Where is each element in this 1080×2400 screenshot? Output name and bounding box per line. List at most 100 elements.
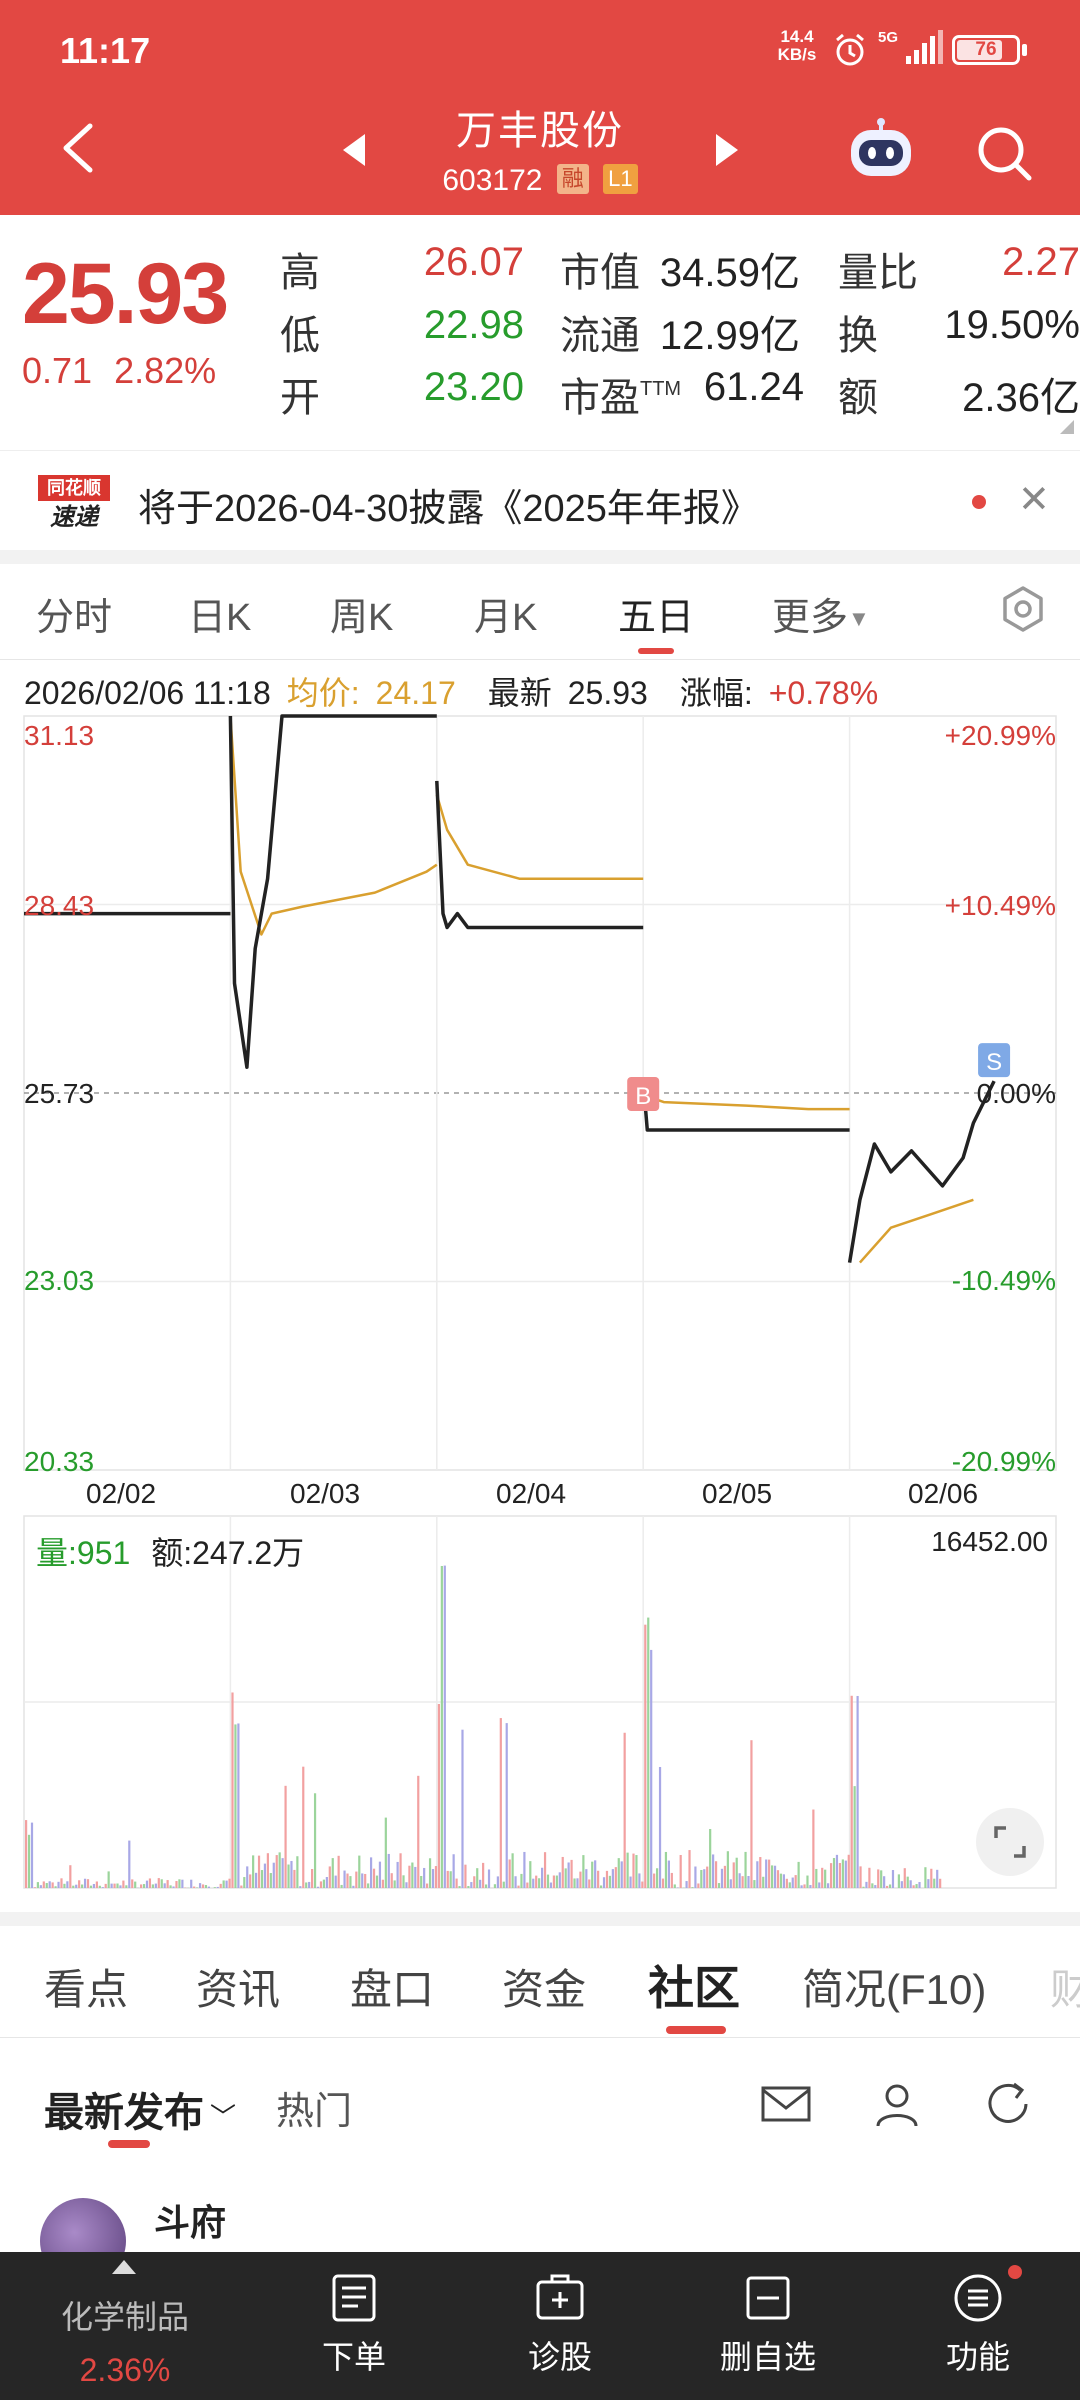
volume-bar	[464, 1864, 467, 1888]
remove-watchlist-button[interactable]: 删自选	[698, 2270, 838, 2378]
tab-f10[interactable]: 简况(F10)	[802, 1956, 986, 2017]
volume-bar	[437, 1703, 440, 1888]
amount-legend-value: 247.2万	[192, 1535, 305, 1571]
user-icon[interactable]	[869, 2076, 925, 2132]
five-day-chart[interactable]: BS	[0, 700, 1080, 1910]
order-button[interactable]: 下单	[284, 2270, 424, 2378]
volume-bar	[160, 1879, 163, 1888]
tab-community[interactable]: 社区	[648, 1952, 740, 2018]
net-speed-value: 14.4	[780, 27, 814, 46]
volume-bar	[305, 1882, 308, 1888]
volume-bar	[181, 1879, 184, 1888]
volume-bar	[95, 1881, 98, 1888]
menu-circle-icon	[954, 2274, 1002, 2322]
volume-bar	[741, 1876, 744, 1888]
battery-tip	[1022, 44, 1027, 56]
volume-bar	[190, 1879, 193, 1888]
turnover-value: 19.50%	[944, 303, 1080, 347]
next-stock-icon[interactable]	[708, 130, 746, 170]
volume-bar	[653, 1873, 656, 1888]
volume-bar	[207, 1886, 211, 1888]
volume-bar	[440, 1565, 443, 1888]
tab-finance[interactable]: 财	[1050, 1956, 1080, 2017]
volume-bar	[423, 1867, 426, 1888]
volume-max: 16452.00	[931, 1526, 1048, 1557]
volume-bar	[529, 1861, 532, 1888]
close-icon[interactable]: ✕	[1018, 481, 1050, 519]
tab-five-day[interactable]: 五日	[618, 586, 694, 641]
volume-bar	[762, 1876, 765, 1888]
volume-bar	[588, 1879, 591, 1888]
volume-bar	[900, 1881, 903, 1888]
tab-daily-k[interactable]: 日K	[188, 586, 251, 641]
functions-label: 功能	[945, 2339, 1010, 2375]
tab-highlights[interactable]: 看点	[44, 1956, 128, 2017]
fullscreen-button[interactable]	[976, 1808, 1044, 1876]
volume-bar	[868, 1867, 871, 1888]
volume-bar	[89, 1885, 93, 1888]
volume-bar	[163, 1883, 166, 1888]
expand-quote-icon[interactable]	[1060, 420, 1074, 434]
volume-bar	[470, 1882, 473, 1888]
sell-marker-label: S	[986, 1049, 1002, 1076]
robot-assistant-icon[interactable]	[845, 118, 917, 184]
order-label: 下单	[321, 2339, 386, 2375]
volume-bar	[193, 1886, 196, 1888]
volume-bar	[832, 1858, 836, 1888]
volume-bar	[142, 1884, 146, 1888]
volume-bar	[36, 1882, 39, 1888]
chevron-down-icon: ﹀	[210, 2102, 237, 2132]
volume-bar	[45, 1883, 48, 1888]
tab-monthly-k[interactable]: 月K	[474, 586, 537, 641]
volume-bar	[620, 1861, 623, 1888]
volume-bar	[408, 1865, 411, 1888]
mail-icon[interactable]	[758, 2076, 814, 2132]
chevron-down-icon: ▼	[848, 606, 870, 631]
y-tick-left-0: 31.13	[24, 720, 95, 751]
volume-bar	[128, 1840, 131, 1888]
tab-intraday[interactable]: 分时	[36, 586, 112, 641]
volume-bar	[139, 1884, 143, 1888]
vol-ratio-label: 量比	[838, 251, 918, 295]
volume-bar	[523, 1851, 526, 1888]
tab-more[interactable]: 更多▼	[772, 586, 870, 641]
high-value: 26.07	[423, 240, 524, 284]
volume-bar	[844, 1860, 847, 1888]
y-tick-right-2: 0.00%	[976, 1078, 1056, 1109]
sector-indicator[interactable]: 化学制品 2.36%	[40, 2292, 210, 2389]
volume-bar	[829, 1863, 833, 1888]
header-bar: 11:17 14.4 KB/s 5G 76 万丰股份 603172 融 L1	[0, 0, 1080, 215]
volume-bar	[296, 1856, 299, 1888]
tab-news[interactable]: 资讯	[196, 1956, 280, 2017]
tab-capital[interactable]: 资金	[502, 1956, 586, 2017]
volume-bar	[597, 1870, 600, 1888]
tab-weekly-k[interactable]: 周K	[330, 586, 393, 641]
volume-bar	[254, 1872, 258, 1888]
volume-bar	[48, 1881, 51, 1888]
volume-bar	[532, 1878, 535, 1888]
x-tick-3: 02/05	[702, 1478, 773, 1509]
volume-bar	[246, 1866, 249, 1888]
search-icon[interactable]	[973, 122, 1035, 184]
volume-bar	[709, 1828, 712, 1888]
filter-latest[interactable]: 最新发布 ﹀	[44, 2080, 236, 2138]
tab-orderbook[interactable]: 盘口	[350, 1956, 434, 2017]
volume-bar	[891, 1870, 895, 1888]
volume-bar	[411, 1862, 414, 1888]
y-tick-right-0: +20.99%	[944, 720, 1056, 751]
volume-bar	[759, 1857, 762, 1888]
settings-icon[interactable]	[998, 584, 1048, 634]
functions-button[interactable]: 功能	[908, 2270, 1048, 2378]
announcement-banner[interactable]: 同花顺 速递 将于2026-04-30披露《2025年年报》 ✕	[0, 450, 1080, 550]
volume-bar	[33, 1887, 37, 1888]
post-author[interactable]: 斗府	[154, 2194, 226, 2246]
volume-bar	[841, 1859, 844, 1888]
volume-bar	[865, 1881, 868, 1888]
diagnose-button[interactable]: 诊股	[490, 2270, 630, 2378]
volume-bar	[670, 1872, 673, 1888]
volume-bar	[647, 1617, 650, 1888]
post-item[interactable]: 斗府	[0, 2170, 1080, 2284]
volume-bar	[723, 1865, 727, 1888]
filter-hot[interactable]: 热门	[276, 2080, 352, 2135]
refresh-icon[interactable]	[980, 2076, 1036, 2132]
